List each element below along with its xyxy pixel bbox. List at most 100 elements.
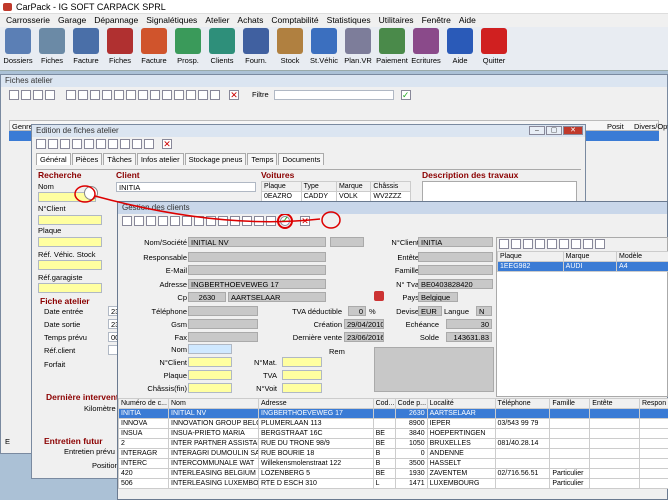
toolbar-button-7[interactable]: Fourn. xyxy=(240,28,272,70)
car-small-icon[interactable] xyxy=(114,89,124,100)
clients-col[interactable]: Famille xyxy=(549,398,591,409)
toolbar-button-2[interactable]: Facture xyxy=(70,28,102,70)
g-users-icon[interactable] xyxy=(218,216,228,226)
clients-col[interactable]: Cod... xyxy=(372,398,396,409)
tab-0[interactable]: Général xyxy=(36,153,71,165)
menu-item-1[interactable]: Garage xyxy=(54,14,90,27)
v-delete-icon[interactable] xyxy=(523,239,533,249)
cp-input[interactable]: 2630 xyxy=(188,292,226,302)
toolbar-button-12[interactable]: Ecritures xyxy=(410,28,442,70)
edition-cancel-icon[interactable]: ✕ xyxy=(162,139,172,149)
toolbar-button-6[interactable]: Clients xyxy=(206,28,238,70)
g-delete-icon[interactable] xyxy=(158,216,168,226)
telephone-input[interactable] xyxy=(188,306,258,316)
tb-icon-9[interactable] xyxy=(132,139,142,149)
table-row[interactable]: 420 INTERLEASING BELGIUM SA LOZENBERG 5 BE 1… xyxy=(118,468,668,479)
g-print-icon[interactable] xyxy=(194,216,204,226)
clock-icon[interactable] xyxy=(66,89,76,100)
tb-icon-6[interactable] xyxy=(96,139,106,149)
veh-cell[interactable]: AUDI xyxy=(562,261,618,272)
edit-icon[interactable] xyxy=(21,89,31,100)
rem-textarea[interactable] xyxy=(374,347,494,392)
g-key-icon[interactable] xyxy=(254,216,264,226)
nom-societe-input[interactable]: INITIAL NV xyxy=(188,237,326,247)
ref-vehic-input[interactable] xyxy=(38,260,102,270)
plaque-search-input[interactable] xyxy=(38,237,102,247)
toolbar-button-10[interactable]: Plan.VR xyxy=(342,28,374,70)
langue-select[interactable]: N xyxy=(476,306,492,316)
tab-1[interactable]: Pièces xyxy=(71,153,103,165)
v-new-icon[interactable] xyxy=(499,239,509,249)
tb-icon-4[interactable] xyxy=(72,139,82,149)
table-row[interactable]: 506INTERLEASING LUXEMBOURGRTE D ESCH 310… xyxy=(118,478,668,489)
print-icon[interactable] xyxy=(102,89,112,100)
tb-icon-10[interactable] xyxy=(144,139,154,149)
voit-col[interactable]: Type xyxy=(300,181,337,192)
menu-item-9[interactable]: Fenêtre xyxy=(418,14,455,27)
clients-col[interactable]: Téléphone xyxy=(494,398,551,409)
v-cancel-icon[interactable] xyxy=(583,239,593,249)
list-icon[interactable] xyxy=(90,89,100,100)
filter-select[interactable] xyxy=(273,89,394,100)
toolbar-button-13[interactable]: Aide xyxy=(444,28,476,70)
table-row[interactable]: 2INTER PARTNER ASSISTANCERUE DU TRONE 98… xyxy=(118,438,668,449)
voit-cell[interactable]: CADDY xyxy=(300,191,337,202)
g-refresh-icon[interactable] xyxy=(182,216,192,226)
clients-col[interactable]: Respon xyxy=(638,398,668,409)
v-search-icon[interactable] xyxy=(571,239,581,249)
tb-icon-3[interactable] xyxy=(60,139,70,149)
filter-nmat-input[interactable] xyxy=(282,357,322,367)
stack-icon[interactable] xyxy=(174,89,184,100)
pays-select[interactable]: Belgique xyxy=(418,292,458,302)
zoom-icon[interactable] xyxy=(138,89,148,100)
table-row[interactable]: INITIA INITIAL NV INGBERTHOEVEWEG 17 2630 AA… xyxy=(118,408,668,419)
devise-select[interactable]: EUR xyxy=(418,306,442,316)
voit-cell[interactable]: WV2ZZZ xyxy=(370,191,411,202)
menu-item-0[interactable]: Carrosserie xyxy=(2,14,54,27)
delete-icon[interactable] xyxy=(45,89,55,100)
voit-cell[interactable]: VOLK xyxy=(335,191,372,202)
table-row[interactable]: INSUA INSUA-PRIETO MARIA BERGSTRAAT 16C BE 3… xyxy=(118,428,668,439)
toolbar-button-1[interactable]: Fiches xyxy=(36,28,68,70)
adresse-input[interactable]: INGBERTHOEVEWEG 17 xyxy=(188,279,326,289)
g-cancel-icon[interactable]: ✕ xyxy=(300,216,310,226)
money-icon[interactable] xyxy=(210,89,220,100)
filter-nvoit-input[interactable] xyxy=(282,383,322,393)
voit-col[interactable]: Marque xyxy=(335,181,372,192)
veh-col[interactable]: Plaque xyxy=(497,251,564,262)
table-row[interactable]: INTERAGR INTERAGRI DUMOULIN SA RUE BOURIE … xyxy=(118,448,668,459)
tb-icon-2[interactable] xyxy=(48,139,58,149)
ref-garagiste-input[interactable] xyxy=(38,283,102,293)
g-web-icon[interactable] xyxy=(242,216,252,226)
close-button[interactable]: ✕ xyxy=(563,126,583,135)
map-icon[interactable] xyxy=(374,291,384,301)
copy-icon[interactable] xyxy=(33,89,43,100)
validate-icon[interactable]: ✓ xyxy=(400,89,411,100)
search-icon[interactable] xyxy=(126,89,136,100)
menu-item-2[interactable]: Dépannage xyxy=(90,14,142,27)
gsm-input[interactable] xyxy=(188,319,258,329)
g-car-icon[interactable] xyxy=(170,216,180,226)
nom-societe-extra[interactable] xyxy=(330,237,364,247)
toolbar-button-0[interactable]: Dossiers xyxy=(2,28,34,70)
tva-deductible-input[interactable]: 0 xyxy=(348,306,366,316)
menu-item-4[interactable]: Atelier xyxy=(201,14,233,27)
veh-col[interactable]: Modèle xyxy=(616,251,668,262)
maximize-button[interactable]: ▢ xyxy=(546,126,562,135)
search-magnifier-icon[interactable] xyxy=(84,186,98,200)
g-copy-icon[interactable] xyxy=(146,216,156,226)
menu-item-10[interactable]: Aide xyxy=(455,14,480,27)
toolbar-button-4[interactable]: Facture xyxy=(138,28,170,70)
new-icon[interactable] xyxy=(9,89,19,100)
clients-col[interactable]: Nom xyxy=(168,398,259,409)
echeance-input[interactable]: 30 xyxy=(446,319,492,329)
tab-3[interactable]: Infos atelier xyxy=(136,153,184,165)
g-money-icon[interactable] xyxy=(266,216,276,226)
clients-col[interactable]: Localité xyxy=(426,398,496,409)
tab-5[interactable]: Temps xyxy=(247,153,278,165)
veh-col[interactable]: Marque xyxy=(562,251,618,262)
filter-tva-input[interactable] xyxy=(282,370,322,380)
doc-icon[interactable] xyxy=(78,89,88,100)
nclient-search-input[interactable] xyxy=(38,215,102,225)
g-validate-icon[interactable]: ✓ xyxy=(277,213,293,229)
